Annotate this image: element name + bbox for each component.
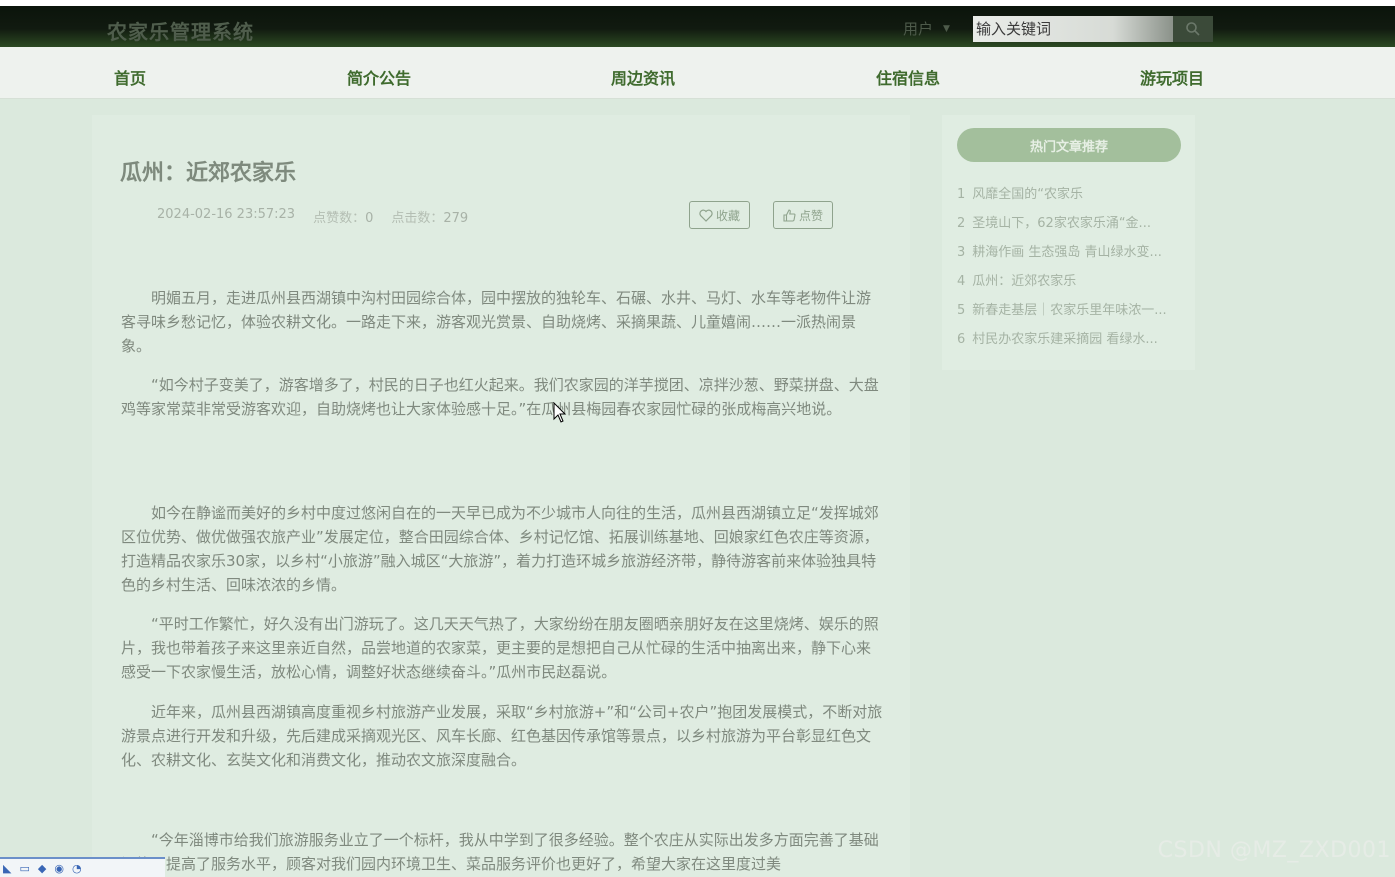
user-menu-label: 用户 bbox=[903, 20, 934, 38]
list-item[interactable]: 6 村民办农家乐建采摘园 看绿水... bbox=[957, 328, 1187, 357]
like-label: 点赞 bbox=[799, 208, 824, 223]
like-button[interactable]: 点赞 bbox=[773, 201, 834, 229]
clicks-label: 点击数： bbox=[391, 211, 444, 226]
app-icon: ◔ bbox=[71, 861, 82, 875]
item-title: 圣境山下，62家农家乐涌“金... bbox=[972, 216, 1151, 231]
nav-activities[interactable]: 游玩项目 bbox=[1140, 65, 1204, 89]
clicks-value: 279 bbox=[443, 211, 469, 226]
hot-articles-sidebar: 热门文章推荐 1 风靡全国的“农家乐 2 圣境山下，62家农家乐涌“金... 3 耕海… bbox=[942, 115, 1195, 370]
likes-label: 点赞数： bbox=[313, 211, 366, 226]
article-paragraph: 近年来，瓜州县西湖镇高度重视乡村旅游产业发展，采取“乡村旅游+”和“公司+农户”… bbox=[121, 703, 883, 769]
article-paragraph: “如今村子变美了，游客增多了，村民的日子也红火起来。我们农家园的洋芋搅团、凉拌沙… bbox=[121, 376, 879, 418]
window-icon: ▭ bbox=[19, 861, 30, 875]
watermark: CSDN @MZ_ZXD001 bbox=[1157, 838, 1391, 863]
search-icon bbox=[1186, 22, 1200, 36]
clicks-count: 点击数：279 bbox=[391, 207, 468, 226]
article-meta: 2024-02-16 23:57:23 点赞数：0 点击数：279 bbox=[157, 207, 468, 226]
taskbar-fragment: ◣ ▭ ◆ ◉ ◔ bbox=[0, 857, 165, 877]
app-icon: ◆ bbox=[37, 861, 47, 875]
item-title: 瓜州：近郊农家乐 bbox=[972, 274, 1077, 289]
search-input[interactable] bbox=[973, 16, 1173, 42]
hot-articles-list: 1 风靡全国的“农家乐 2 圣境山下，62家农家乐涌“金... 3 耕海作画 生态强岛… bbox=[957, 183, 1187, 357]
nav-announcements[interactable]: 简介公告 bbox=[347, 65, 411, 89]
favorite-label: 收藏 bbox=[716, 208, 741, 223]
app-icon: ◉ bbox=[54, 861, 64, 875]
article-paragraph: 如今在静谧而美好的乡村中度过悠闲自在的一天早已成为不少城市人向往的生活，瓜州县西… bbox=[121, 504, 879, 594]
item-number: 5 bbox=[957, 303, 966, 318]
favorite-button[interactable]: 收藏 bbox=[689, 201, 751, 229]
item-title: 新春走基层｜农家乐里年味浓一... bbox=[972, 303, 1167, 318]
item-title: 耕海作画 生态强岛 青山绿水变... bbox=[972, 245, 1162, 260]
article-paragraph: “今年淄博市给我们旅游服务业立了一个标杆，我从中学到了很多经验。整个农庄从实际出… bbox=[121, 831, 879, 873]
nav-home[interactable]: 首页 bbox=[114, 65, 146, 89]
likes-value: 0 bbox=[365, 211, 374, 226]
likes-count: 点赞数：0 bbox=[313, 207, 373, 226]
sidebar-heading: 热门文章推荐 bbox=[957, 128, 1181, 162]
article-date: 2024-02-16 23:57:23 bbox=[157, 207, 296, 222]
top-bar: 农家乐管理系统 用户 ▼ bbox=[0, 6, 1395, 47]
app-icon: ◣ bbox=[3, 861, 12, 875]
heart-icon bbox=[699, 209, 713, 222]
search-box bbox=[973, 16, 1213, 42]
article-panel: 瓜州：近郊农家乐 2024-02-16 23:57:23 点赞数：0 点击数：2… bbox=[92, 115, 910, 877]
user-menu[interactable]: 用户 ▼ bbox=[903, 18, 950, 39]
item-number: 4 bbox=[957, 274, 966, 289]
item-number: 2 bbox=[957, 216, 966, 231]
brand-title: 农家乐管理系统 bbox=[107, 20, 254, 44]
article-paragraph: “平时工作繁忙，好久没有出门游玩了。这几天天气热了，大家纷纷在朋友圈晒亲朋好友在… bbox=[121, 615, 879, 681]
item-number: 1 bbox=[957, 187, 966, 202]
chevron-down-icon: ▼ bbox=[943, 23, 950, 34]
item-title: 村民办农家乐建采摘园 看绿水... bbox=[972, 332, 1158, 347]
item-title: 风靡全国的“农家乐 bbox=[972, 187, 1084, 202]
list-item[interactable]: 5 新春走基层｜农家乐里年味浓一... bbox=[957, 299, 1187, 328]
list-item[interactable]: 4 瓜州：近郊农家乐 bbox=[957, 270, 1187, 299]
article-paragraph: 明媚五月，走进瓜州县西湖镇中沟村田园综合体，园中摆放的独轮车、石碾、水井、马灯、… bbox=[121, 289, 872, 355]
article-title: 瓜州：近郊农家乐 bbox=[120, 161, 297, 186]
thumbs-up-icon bbox=[783, 208, 796, 222]
nav-news[interactable]: 周边资讯 bbox=[611, 65, 675, 89]
list-item[interactable]: 1 风靡全国的“农家乐 bbox=[957, 183, 1187, 212]
mouse-cursor-icon bbox=[553, 402, 567, 423]
nav-lodging[interactable]: 住宿信息 bbox=[876, 65, 940, 89]
item-number: 3 bbox=[957, 245, 966, 260]
list-item[interactable]: 3 耕海作画 生态强岛 青山绿水变... bbox=[957, 241, 1187, 270]
item-number: 6 bbox=[957, 332, 966, 347]
main-nav: 首页 简介公告 周边资讯 住宿信息 游玩项目 bbox=[0, 47, 1395, 99]
search-button[interactable] bbox=[1173, 16, 1213, 42]
list-item[interactable]: 2 圣境山下，62家农家乐涌“金... bbox=[957, 212, 1187, 241]
